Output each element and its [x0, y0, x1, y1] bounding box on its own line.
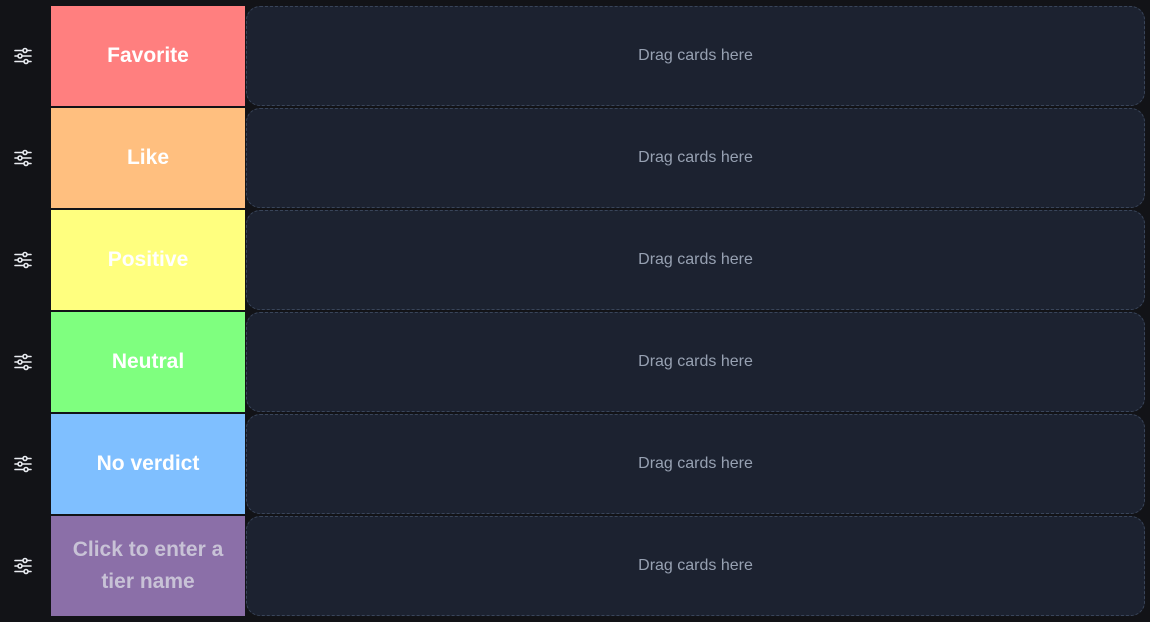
- tier-row-positive: Positive Drag cards here: [0, 210, 1150, 312]
- tier-row-like: Like Drag cards here: [0, 108, 1150, 210]
- sliders-icon: [14, 251, 32, 269]
- tier-settings-button[interactable]: [0, 108, 46, 208]
- tier-name-input[interactable]: Click to enter a tier name: [51, 516, 245, 616]
- tier-dropzone[interactable]: Drag cards here: [246, 414, 1145, 514]
- tier-label-favorite[interactable]: Favorite: [51, 6, 245, 106]
- tier-settings-button[interactable]: [0, 6, 46, 106]
- tier-settings-button[interactable]: [0, 516, 46, 616]
- tier-row-new: Click to enter a tier name Drag cards he…: [0, 516, 1150, 618]
- sliders-icon: [14, 557, 32, 575]
- tier-dropzone[interactable]: Drag cards here: [246, 516, 1145, 616]
- tier-settings-button[interactable]: [0, 312, 46, 412]
- tier-label-positive[interactable]: Positive: [51, 210, 245, 310]
- tier-dropzone[interactable]: Drag cards here: [246, 210, 1145, 310]
- tier-label-like[interactable]: Like: [51, 108, 245, 208]
- tier-label-no-verdict[interactable]: No verdict: [51, 414, 245, 514]
- tier-row-favorite: Favorite Drag cards here: [0, 6, 1150, 108]
- sliders-icon: [14, 149, 32, 167]
- tier-row-no-verdict: No verdict Drag cards here: [0, 414, 1150, 516]
- tier-dropzone[interactable]: Drag cards here: [246, 108, 1145, 208]
- tier-settings-button[interactable]: [0, 414, 46, 514]
- tier-list-board: Favorite Drag cards here Like Drag cards…: [0, 0, 1150, 622]
- tier-label-neutral[interactable]: Neutral: [51, 312, 245, 412]
- tier-dropzone[interactable]: Drag cards here: [246, 6, 1145, 106]
- tier-settings-button[interactable]: [0, 210, 46, 310]
- sliders-icon: [14, 353, 32, 371]
- tier-row-neutral: Neutral Drag cards here: [0, 312, 1150, 414]
- tier-dropzone[interactable]: Drag cards here: [246, 312, 1145, 412]
- sliders-icon: [14, 47, 32, 65]
- sliders-icon: [14, 455, 32, 473]
